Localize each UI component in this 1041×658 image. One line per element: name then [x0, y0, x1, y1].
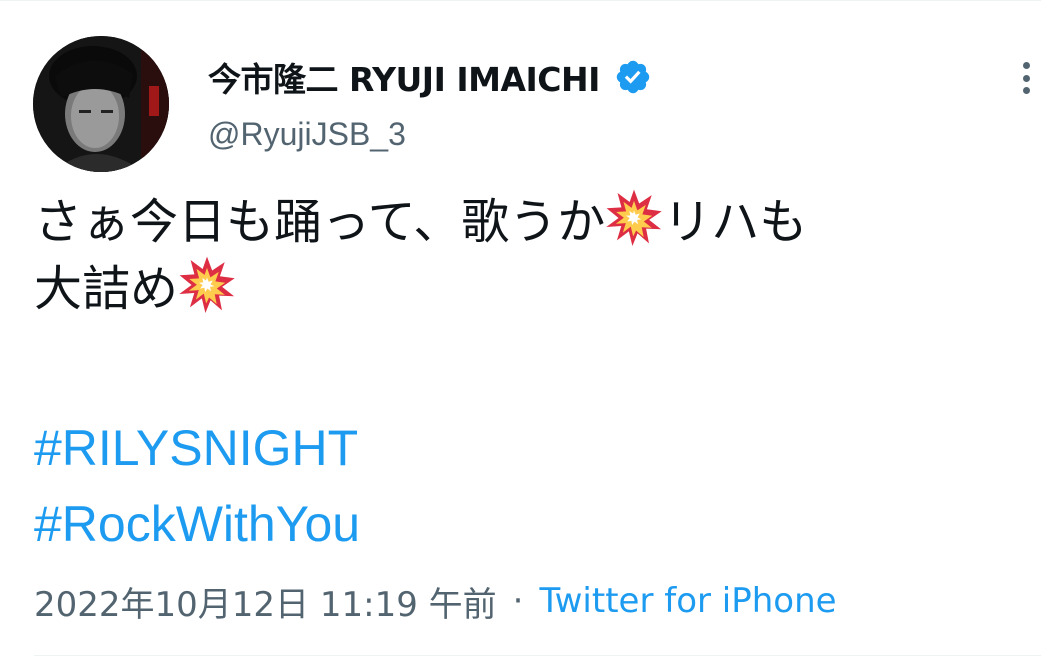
collision-emoji-icon	[178, 255, 236, 313]
meta-separator: ·	[512, 581, 524, 621]
display-name[interactable]: 今市隆二 RYUJI IMAICHI	[208, 53, 600, 101]
tweet-card: 今市隆二 RYUJI IMAICHI @RyujiJSB_3 さぁ今日も踊って、…	[0, 0, 1041, 658]
more-dot	[1022, 87, 1030, 94]
more-vertical-icon[interactable]	[1012, 58, 1040, 98]
tweet-text-segment: リハも	[663, 194, 808, 250]
verified-badge-icon	[614, 58, 652, 96]
tweet-text-segment: 大詰め	[34, 261, 179, 317]
top-divider	[0, 0, 1041, 1]
profile-photo	[33, 36, 169, 172]
more-dot	[1022, 74, 1030, 82]
hashtag-link[interactable]: #RockWithYou	[34, 494, 360, 554]
tweet-text: さぁ今日も踊って、歌うか リハも 大詰め	[34, 188, 1024, 322]
tweet-text-line: 大詰め	[34, 255, 1024, 322]
author-row: 今市隆二 RYUJI IMAICHI	[208, 54, 652, 100]
collision-emoji-icon	[605, 188, 663, 246]
timestamp[interactable]: 2022年10月12日 11:19 午前	[34, 577, 497, 626]
more-dot	[1022, 62, 1030, 69]
tweet-meta: 2022年10月12日 11:19 午前 · Twitter for iPhon…	[34, 577, 837, 626]
tweet-text-line: さぁ今日も踊って、歌うか リハも	[34, 188, 1024, 255]
source-link[interactable]: Twitter for iPhone	[539, 581, 836, 621]
tweet-text-segment: さぁ今日も踊って、歌うか	[34, 194, 606, 250]
handle[interactable]: @RyujiJSB_3	[208, 116, 406, 153]
bottom-divider	[34, 655, 1041, 656]
avatar[interactable]	[33, 36, 169, 172]
hashtag-link[interactable]: #RILYSNIGHT	[34, 418, 358, 478]
